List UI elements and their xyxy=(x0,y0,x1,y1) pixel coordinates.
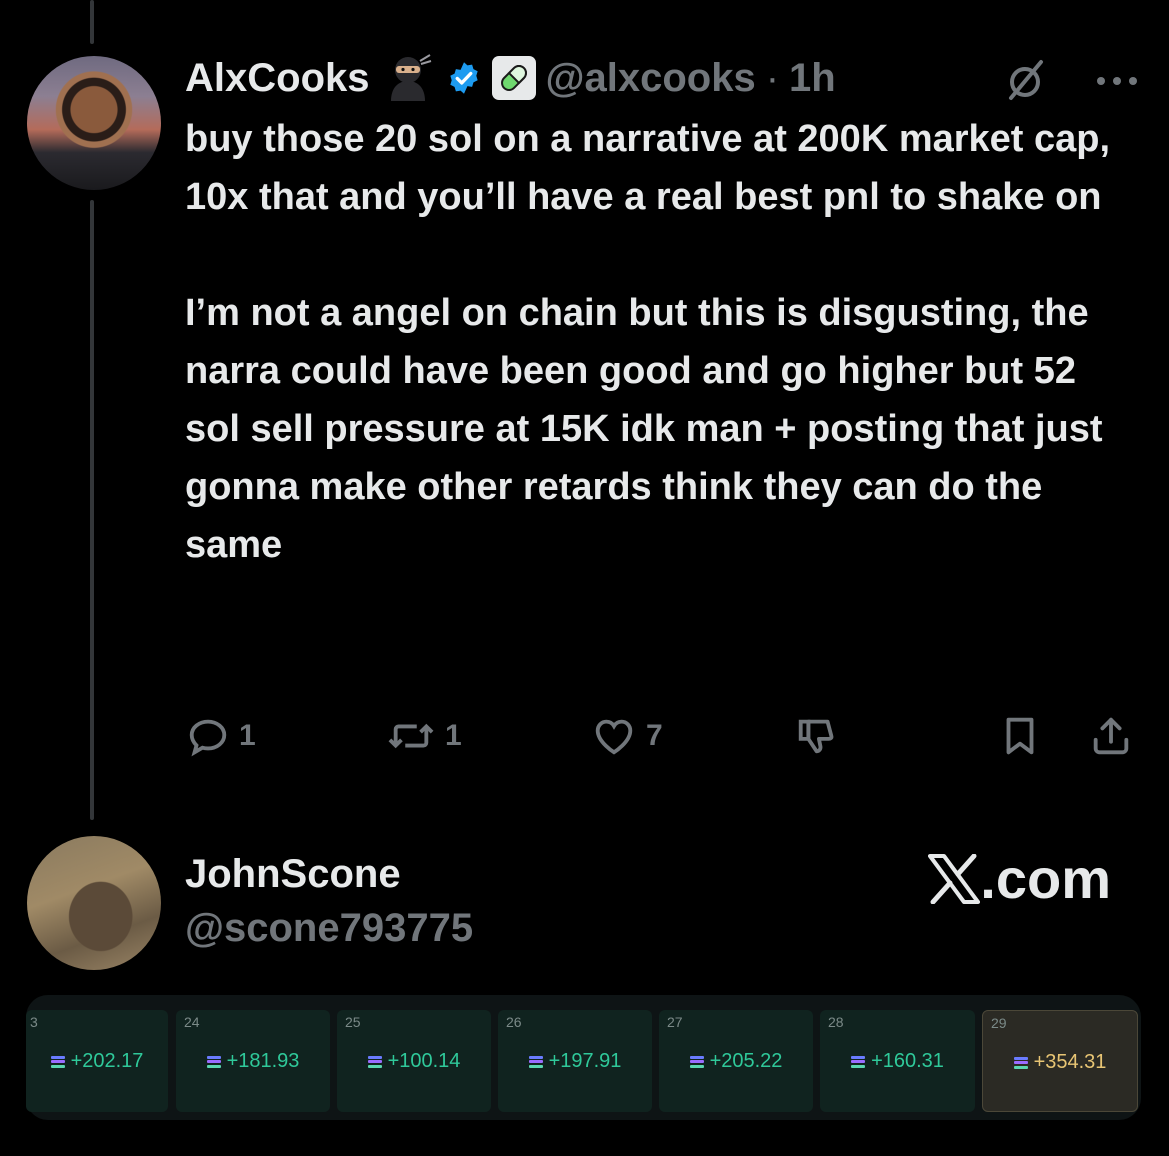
pnl-day-number: 3 xyxy=(30,1014,38,1030)
pnl-day-cell[interactable]: 27 +205.22 xyxy=(659,1010,813,1112)
pnl-day-cell-highlighted[interactable]: 29 +354.31 xyxy=(982,1010,1138,1112)
pnl-day-number: 25 xyxy=(345,1014,361,1030)
reply-icon xyxy=(189,719,227,757)
separator-dot: · xyxy=(765,55,780,100)
solana-icon xyxy=(528,1055,543,1068)
verified-badge-icon xyxy=(446,60,482,96)
pnl-day-cell[interactable]: 24 +181.93 xyxy=(176,1010,330,1112)
pnl-day-cell[interactable]: 25 +100.14 xyxy=(337,1010,491,1112)
tweet-header: AlxCooks @alxcooks · 1h xyxy=(185,50,836,106)
avatar[interactable] xyxy=(27,56,161,190)
dislike-button[interactable] xyxy=(793,708,841,764)
pnl-value: +160.31 xyxy=(820,1050,975,1073)
pnl-day-cell[interactable]: 3 +202.17 xyxy=(26,1010,168,1112)
solana-icon xyxy=(367,1055,382,1068)
pnl-day-number: 29 xyxy=(991,1015,1007,1031)
x-brand: .com xyxy=(928,846,1111,911)
ninja-emoji-icon xyxy=(380,53,436,103)
solana-icon xyxy=(1013,1056,1028,1069)
pnl-value: +354.31 xyxy=(983,1051,1137,1074)
brand-domain: .com xyxy=(980,847,1111,910)
tweet-timestamp[interactable]: 1h xyxy=(789,56,836,101)
pnl-amount: +181.93 xyxy=(226,1050,300,1072)
pnl-day-number: 28 xyxy=(828,1014,844,1030)
reply-button[interactable]: 1 xyxy=(185,708,256,764)
pnl-amount: +100.14 xyxy=(387,1050,461,1072)
x-logo-icon xyxy=(928,853,981,904)
tweet-paragraph-2: I’m not a angel on chain but this is dis… xyxy=(185,292,1103,566)
pnl-value: +100.14 xyxy=(337,1050,491,1073)
share-button[interactable] xyxy=(1088,708,1134,764)
thread-line-top xyxy=(90,0,94,44)
like-count: 7 xyxy=(646,719,663,752)
solana-icon xyxy=(206,1055,221,1068)
pnl-amount: +202.17 xyxy=(70,1050,144,1072)
pnl-value: +181.93 xyxy=(176,1050,330,1073)
pnl-day-cell[interactable]: 26 +197.91 xyxy=(498,1010,652,1112)
profile-handle[interactable]: @scone793775 xyxy=(185,906,473,951)
author-handle[interactable]: @alxcooks xyxy=(546,56,756,101)
pnl-value: +202.17 xyxy=(26,1050,168,1073)
more-options-icon[interactable] xyxy=(1095,74,1139,92)
solana-icon xyxy=(689,1055,704,1068)
bookmark-icon xyxy=(1006,717,1034,755)
thumbs-down-icon xyxy=(798,719,834,754)
solana-icon xyxy=(50,1055,65,1068)
share-icon xyxy=(1093,717,1129,755)
pnl-day-cell[interactable]: 28 +160.31 xyxy=(820,1010,975,1112)
solana-icon xyxy=(851,1055,866,1068)
tweet-paragraph-1: buy those 20 sol on a narrative at 200K … xyxy=(185,118,1111,218)
pnl-amount: +160.31 xyxy=(871,1050,944,1072)
pnl-value: +197.91 xyxy=(498,1050,652,1073)
pnl-amount: +197.91 xyxy=(548,1050,622,1072)
author-display-name[interactable]: AlxCooks xyxy=(185,56,370,101)
pill-badge-icon xyxy=(491,56,536,100)
bookmark-button[interactable] xyxy=(997,708,1043,764)
profile-display-name[interactable]: JohnScone xyxy=(185,852,401,897)
reply-count: 1 xyxy=(239,719,256,752)
repost-button[interactable]: 1 xyxy=(385,708,462,764)
thread-line xyxy=(90,200,94,820)
heart-icon xyxy=(595,719,633,755)
repost-count: 1 xyxy=(445,719,462,752)
repost-icon xyxy=(388,723,434,749)
pnl-value: +205.22 xyxy=(659,1050,813,1073)
tweet-action-bar: 1 1 7 xyxy=(185,708,1140,764)
pnl-day-number: 24 xyxy=(184,1014,200,1030)
pnl-amount: +205.22 xyxy=(709,1050,783,1072)
pnl-amount: +354.31 xyxy=(1033,1051,1107,1073)
like-button[interactable]: 7 xyxy=(590,708,663,764)
grok-icon[interactable] xyxy=(1001,56,1049,109)
tweet-top-actions xyxy=(1001,56,1139,109)
profile-avatar[interactable] xyxy=(27,836,161,970)
pnl-day-number: 27 xyxy=(667,1014,683,1030)
pnl-day-number: 26 xyxy=(506,1014,522,1030)
tweet-body: buy those 20 sol on a narrative at 200K … xyxy=(185,110,1135,574)
